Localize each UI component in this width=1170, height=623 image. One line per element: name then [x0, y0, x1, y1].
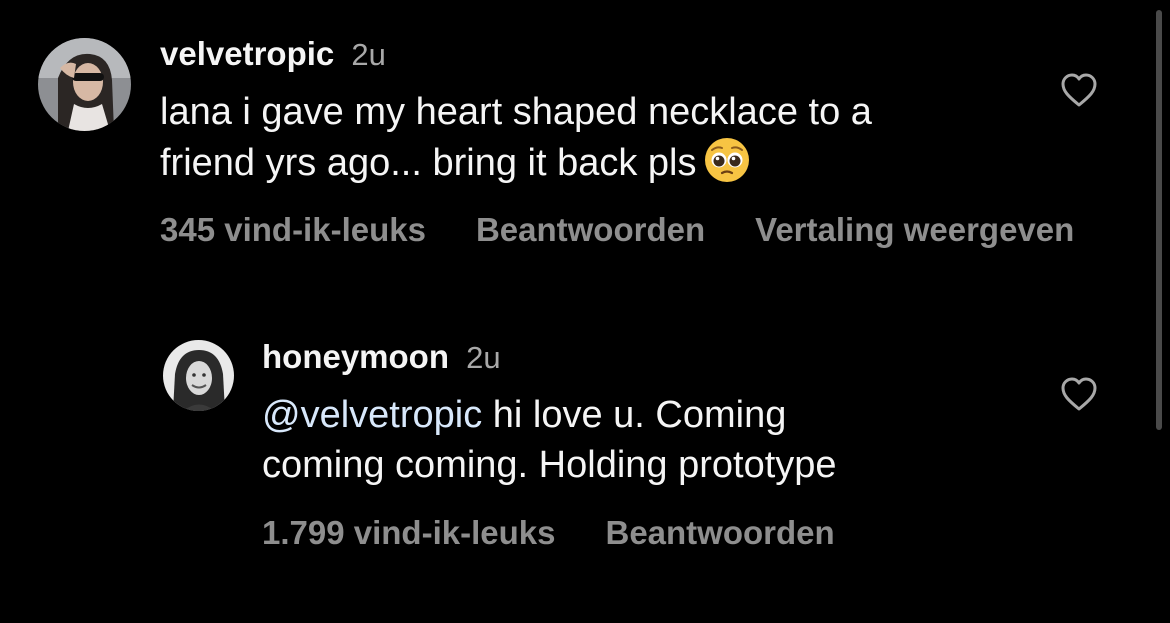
scrollbar[interactable]: [1156, 10, 1162, 430]
likes-count[interactable]: 1.799 vind-ik-leuks: [262, 514, 555, 551]
timestamp: 2u: [466, 340, 501, 375]
heart-outline-icon[interactable]: [1060, 376, 1098, 412]
comment-text-line: lana i gave my heart shaped necklace to …: [160, 91, 872, 133]
pleading-face-emoji: [704, 137, 750, 183]
username[interactable]: velvetropic: [160, 35, 334, 72]
reply-button[interactable]: Beantwoorden: [605, 514, 834, 551]
comment-text-line: coming coming. Holding prototype: [262, 444, 837, 486]
comment-text: @velvetropic hi love u. Coming coming co…: [262, 390, 837, 490]
comment-text-line: @velvetropic hi love u. Coming: [262, 394, 787, 436]
comment-text: lana i gave my heart shaped necklace to …: [160, 87, 872, 188]
avatar[interactable]: [163, 340, 234, 411]
avatar[interactable]: [38, 38, 131, 131]
comment-header: velvetropic 2u: [160, 34, 386, 75]
timestamp: 2u: [351, 37, 386, 72]
reply-button[interactable]: Beantwoorden: [476, 211, 705, 248]
see-translation-button[interactable]: Vertaling weergeven: [755, 211, 1074, 248]
comment-actions: 1.799 vind-ik-leuks Beantwoorden: [262, 513, 885, 553]
username[interactable]: honeymoon: [262, 338, 449, 375]
comment-actions: 345 vind-ik-leuks Beantwoorden Vertaling w…: [160, 210, 1124, 250]
heart-outline-icon[interactable]: [1060, 72, 1098, 108]
mention-link[interactable]: @velvetropic: [262, 394, 482, 436]
likes-count[interactable]: 345 vind-ik-leuks: [160, 211, 426, 248]
comment-text-line: friend yrs ago... bring it back pls: [160, 137, 872, 188]
comment-header: honeymoon 2u: [262, 337, 501, 378]
